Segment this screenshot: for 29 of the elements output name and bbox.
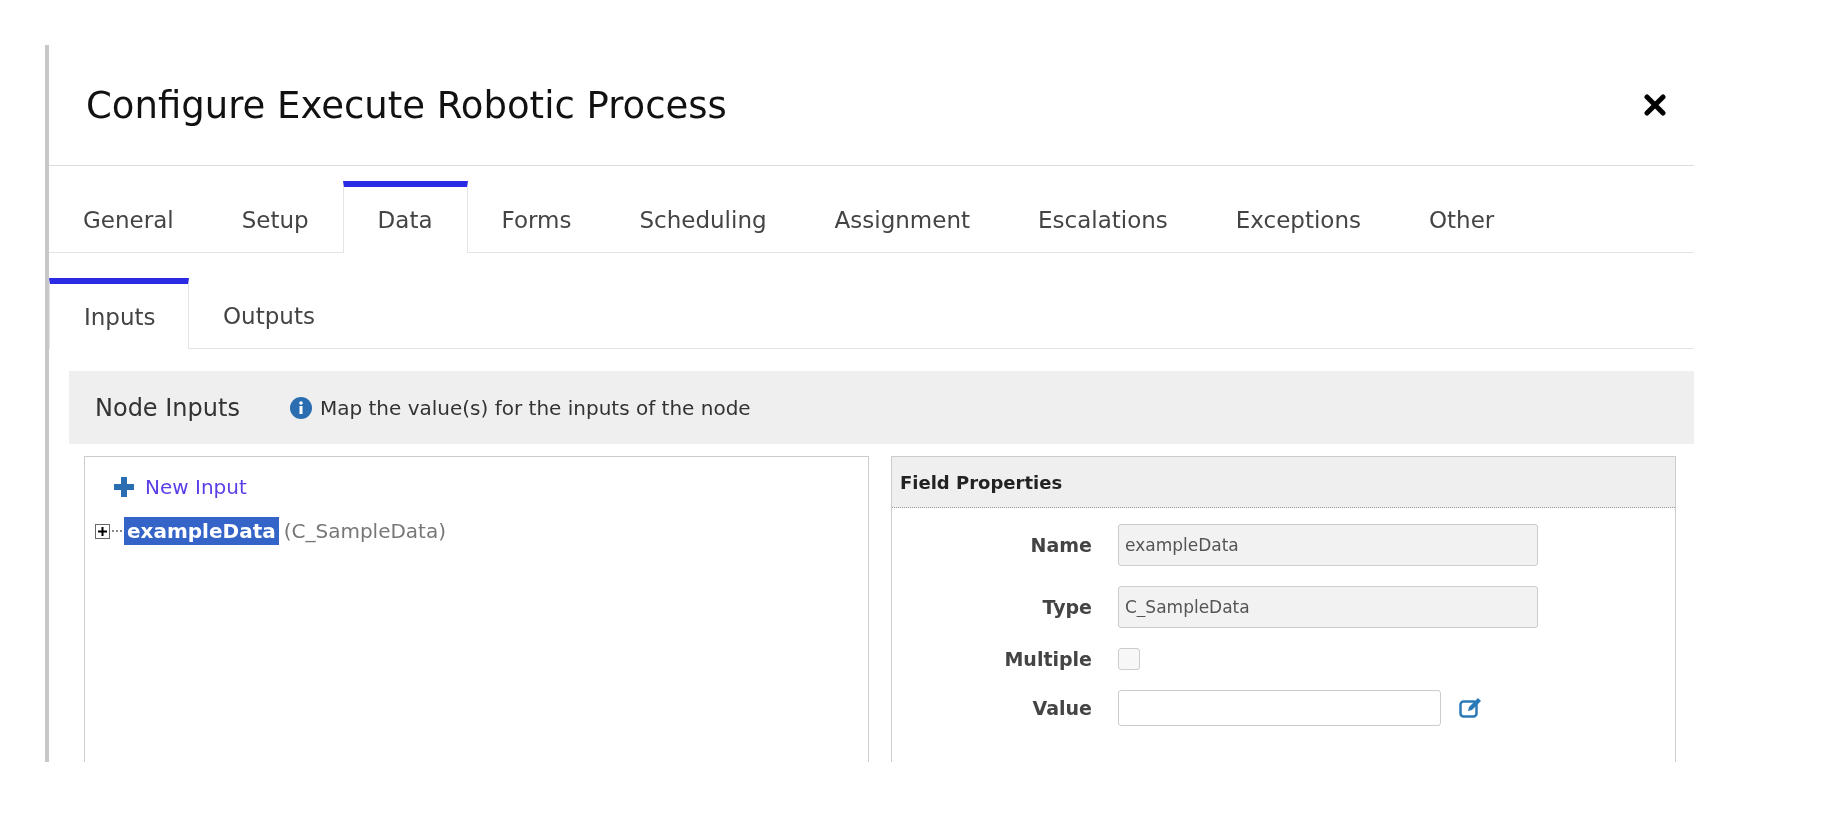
- tab[interactable]: Outputs: [189, 278, 349, 348]
- tab[interactable]: Forms: [467, 181, 606, 252]
- tab[interactable]: Scheduling: [605, 181, 801, 252]
- tab[interactable]: Assignment: [800, 181, 1004, 252]
- tab[interactable]: Data: [342, 181, 468, 253]
- tab[interactable]: Other: [1394, 181, 1529, 252]
- checkbox[interactable]: [1118, 648, 1140, 670]
- tab[interactable]: Escalations: [1004, 181, 1202, 252]
- dialog-title: Configure Execute Robotic Process: [86, 83, 727, 127]
- tab[interactable]: Inputs: [49, 278, 189, 349]
- info-icon: [289, 396, 312, 419]
- panel-title: Field Properties: [900, 471, 1063, 493]
- field-label: Type: [1042, 596, 1092, 618]
- plus-icon: [113, 476, 135, 498]
- tab[interactable]: General: [49, 181, 208, 252]
- field-label: Value: [1032, 697, 1092, 719]
- close-icon[interactable]: [1644, 94, 1666, 116]
- item-type: (C_SampleData): [283, 519, 447, 543]
- tab[interactable]: Exceptions: [1201, 181, 1395, 252]
- tree-item[interactable]: exampleData: [124, 517, 279, 545]
- value-field[interactable]: [1118, 690, 1441, 726]
- field-label: Name: [1030, 534, 1092, 556]
- info-text: Map the value(s) for the inputs of the node: [319, 395, 751, 420]
- section-title: Node Inputs: [95, 393, 240, 422]
- tab[interactable]: Setup: [207, 181, 343, 252]
- new-input-button[interactable]: New Input: [113, 475, 247, 499]
- expand-icon[interactable]: [95, 523, 110, 539]
- edit-icon[interactable]: [1459, 697, 1483, 719]
- field-label: Multiple: [1004, 648, 1092, 670]
